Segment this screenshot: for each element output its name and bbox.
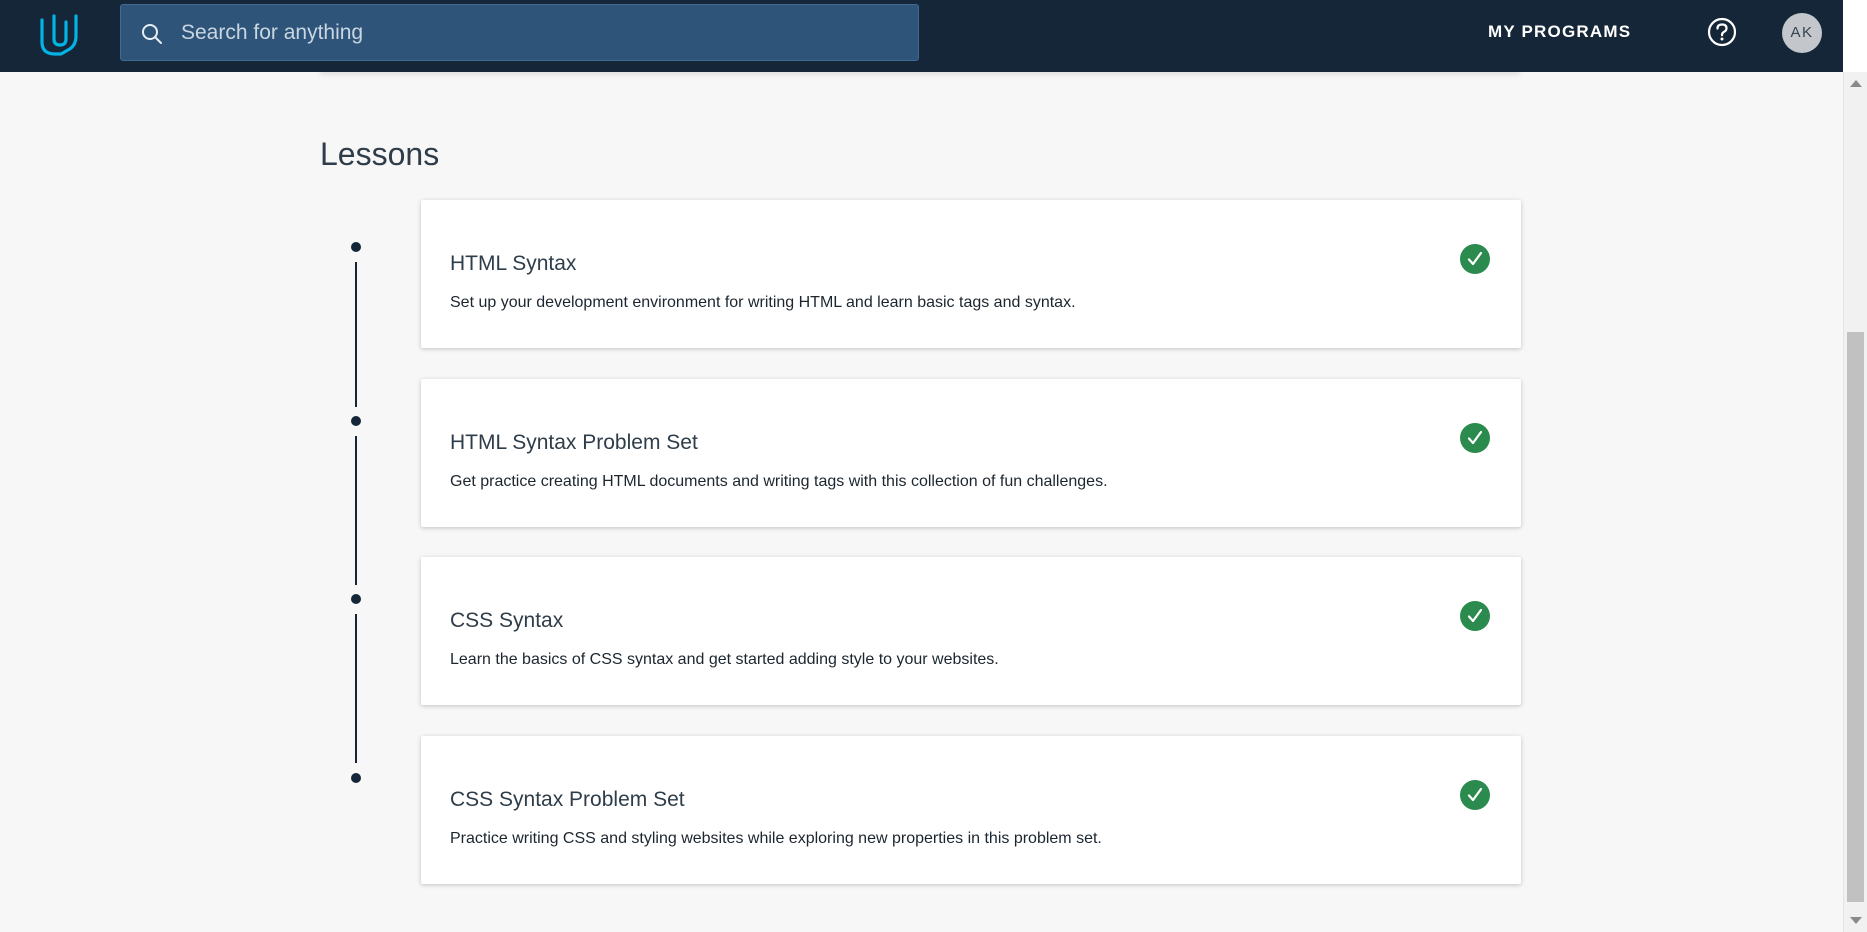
timeline-dot xyxy=(351,773,361,783)
top-navigation-bar: MY PROGRAMS AK xyxy=(0,0,1843,72)
search-input[interactable] xyxy=(181,5,901,60)
lesson-card-html-syntax-problem-set[interactable]: HTML Syntax Problem Set Get practice cre… xyxy=(421,379,1521,527)
lesson-description: Get practice creating HTML documents and… xyxy=(450,473,1108,490)
lesson-title: HTML Syntax Problem Set xyxy=(450,431,698,454)
scroll-down-arrow-icon[interactable] xyxy=(1850,917,1862,924)
search-bar[interactable] xyxy=(120,4,919,61)
check-circle-icon xyxy=(1460,601,1490,631)
lesson-description: Learn the basics of CSS syntax and get s… xyxy=(450,651,999,668)
scrollbar-thumb[interactable] xyxy=(1847,332,1864,902)
user-avatar[interactable]: AK xyxy=(1782,13,1822,53)
timeline-dot xyxy=(351,594,361,604)
lesson-card-css-syntax[interactable]: CSS Syntax Learn the basics of CSS synta… xyxy=(421,557,1521,705)
lesson-title: CSS Syntax Problem Set xyxy=(450,788,685,811)
check-circle-icon xyxy=(1460,423,1490,453)
timeline-connector xyxy=(355,262,357,407)
timeline-dot xyxy=(351,242,361,252)
lesson-description: Set up your development environment for … xyxy=(450,294,1076,311)
timeline-connector xyxy=(355,436,357,585)
vertical-scrollbar[interactable] xyxy=(1843,72,1867,932)
lesson-card-html-syntax[interactable]: HTML Syntax Set up your development envi… xyxy=(421,200,1521,348)
lesson-title: CSS Syntax xyxy=(450,609,564,632)
page-viewport: MY PROGRAMS AK Lessons HTML Syntax Set u… xyxy=(0,0,1843,932)
question-circle-icon[interactable] xyxy=(1707,17,1737,47)
scroll-up-arrow-icon[interactable] xyxy=(1850,80,1862,87)
udacity-logo-icon[interactable] xyxy=(38,12,84,58)
timeline-connector xyxy=(355,614,357,763)
lesson-description: Practice writing CSS and styling website… xyxy=(450,830,1102,847)
lessons-heading: Lessons xyxy=(320,136,440,172)
lesson-title: HTML Syntax xyxy=(450,252,577,275)
check-circle-icon xyxy=(1460,244,1490,274)
timeline-dot xyxy=(351,416,361,426)
search-icon xyxy=(141,23,163,45)
check-circle-icon xyxy=(1460,780,1490,810)
lesson-card-css-syntax-problem-set[interactable]: CSS Syntax Problem Set Practice writing … xyxy=(421,736,1521,884)
my-programs-link[interactable]: MY PROGRAMS xyxy=(1488,22,1631,42)
